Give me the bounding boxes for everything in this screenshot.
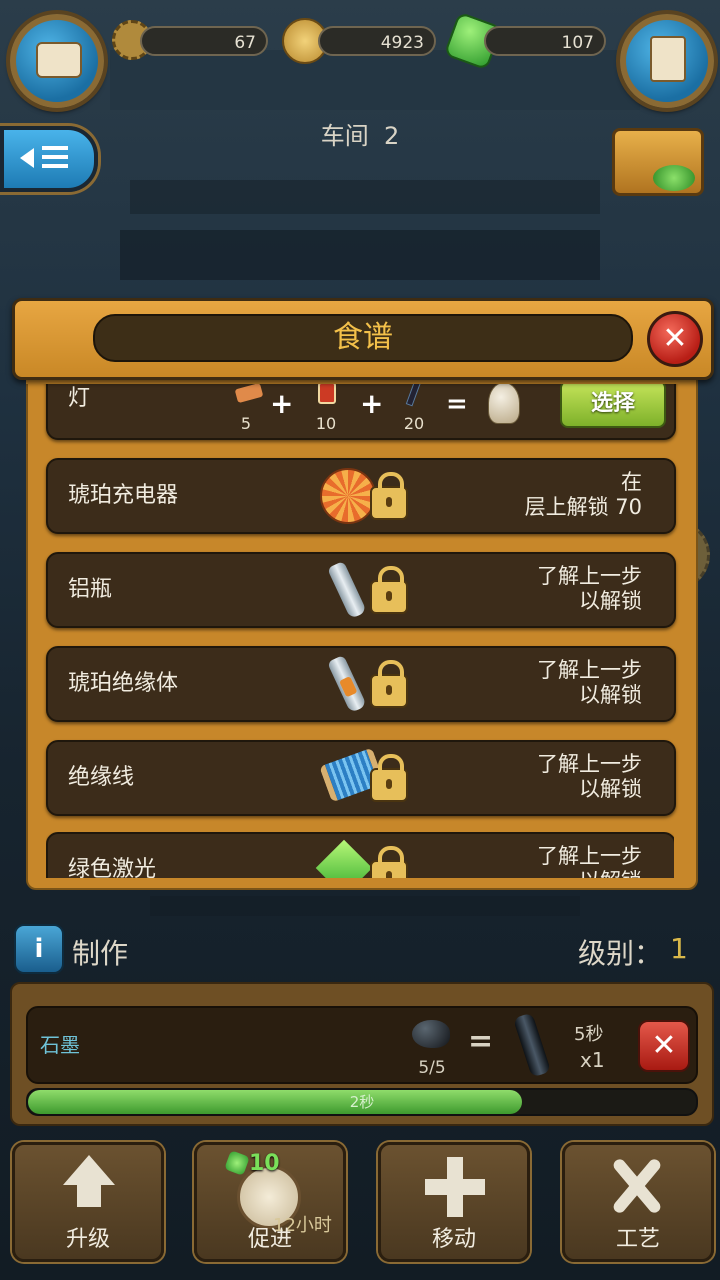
craft-item-name: 石墨 xyxy=(40,1033,80,1057)
gem-pile-icon xyxy=(653,165,695,191)
unlock-status: 了解上一步以解锁 xyxy=(537,844,642,878)
equals-icon: = xyxy=(468,1024,494,1059)
recipe-row-insulated-wire[interactable]: 绝缘线 了解上一步 以解锁 xyxy=(46,740,676,816)
boost-label: 促进 xyxy=(247,1227,292,1252)
aluminum-bottle-icon xyxy=(327,560,367,620)
craft-time: 5秒 xyxy=(574,1024,604,1045)
close-icon: ✕ xyxy=(651,1028,677,1063)
treasure-chest-button[interactable] xyxy=(612,128,704,196)
recipe-name: 绿色激光 xyxy=(68,857,157,878)
craft-tools-button[interactable]: 工艺 xyxy=(562,1142,714,1262)
recipe-row-amber-charger[interactable]: 琥珀充电器 在层上解锁 70 xyxy=(46,458,676,534)
clipboard-icon xyxy=(650,36,686,82)
move-button[interactable]: 移动 xyxy=(378,1142,530,1262)
select-button[interactable]: 选择 xyxy=(560,380,666,428)
move-arrows-icon xyxy=(425,1157,485,1217)
upgrade-button[interactable]: 升级 xyxy=(12,1142,164,1262)
info-button[interactable]: i xyxy=(14,924,64,974)
level-label: 级别： xyxy=(578,937,663,970)
graphite-rod-icon xyxy=(512,1012,552,1078)
light-bulb-icon xyxy=(488,382,520,424)
coins-counter: 4923 xyxy=(318,26,436,56)
toolbox-button[interactable] xyxy=(10,14,104,108)
amber-insulator-icon xyxy=(327,654,367,714)
toolbox-icon xyxy=(36,42,82,78)
plus-icon: + xyxy=(360,387,384,420)
unlock-status: 在层上解锁 70 xyxy=(524,470,642,519)
recipe-name: 绝缘线 xyxy=(68,765,135,790)
recipe-row-amber-insulator[interactable]: 琥珀绝缘体 了解上一步 以解锁 xyxy=(46,646,676,722)
unlock-status: 了解上一步以解锁 xyxy=(537,658,642,707)
arrow-up-icon xyxy=(63,1155,115,1185)
boost-button[interactable]: 10 12小时 促进 xyxy=(194,1142,346,1262)
craft-section-label: 制作 xyxy=(72,937,129,970)
unlock-status: 了解上一步以解锁 xyxy=(537,752,642,801)
coal-icon xyxy=(412,1020,450,1048)
equals-icon: = xyxy=(446,389,468,419)
recipe-row-green-laser[interactable]: 绿色激光 了解上一步以解锁 xyxy=(46,832,674,878)
recipe-header: 食谱 ✕ xyxy=(12,298,714,380)
recipe-title-bar: 食谱 xyxy=(93,314,633,362)
craft-multiplier: x1 xyxy=(580,1048,605,1072)
green-laser-icon xyxy=(315,839,373,878)
plus-icon: + xyxy=(270,387,294,420)
spool-icon xyxy=(318,382,336,404)
craft-tools-label: 工艺 xyxy=(615,1227,660,1252)
unlock-status: 了解上一步以解锁 xyxy=(537,564,642,613)
ingredient-qty: 20 xyxy=(403,414,425,433)
gems-counter: 107 xyxy=(484,26,606,56)
recipe-name: 琥珀绝缘体 xyxy=(68,671,179,696)
ingredient-qty: 5 xyxy=(240,414,252,433)
ingredient-qty: 10 xyxy=(315,414,337,433)
boost-gems: 10 xyxy=(249,1151,280,1176)
recipe-row-aluminum-bottle[interactable]: 铝瓶 了解上一步 以解锁 xyxy=(46,552,676,628)
gears-counter: 67 xyxy=(140,26,268,56)
upgrade-label: 升级 xyxy=(65,1227,110,1252)
tasks-button[interactable] xyxy=(620,14,714,108)
recipe-row-clip: 绿色激光 了解上一步以解锁 xyxy=(46,832,674,878)
craft-queue-item: 石墨 5/5 = 5秒 x1 ✕ xyxy=(26,1006,698,1084)
input-count: 5/5 xyxy=(418,1058,446,1078)
recipe-name: 琥珀充电器 xyxy=(68,483,179,508)
level-value: 1 xyxy=(670,932,688,965)
copper-ingot-icon xyxy=(234,382,264,404)
amber-charger-icon xyxy=(320,468,376,524)
back-arrow-icon xyxy=(20,148,34,168)
craft-progress-text: 2秒 xyxy=(349,1093,375,1111)
recipe-name: 铝瓶 xyxy=(68,577,113,602)
gem-icon xyxy=(224,1150,250,1176)
craft-progress-bar: 2秒 xyxy=(26,1088,698,1116)
cancel-craft-button[interactable]: ✕ xyxy=(638,1020,690,1072)
recipe-title: 食谱 xyxy=(333,320,393,355)
arrow-up-stem xyxy=(77,1183,101,1207)
move-label: 移动 xyxy=(431,1227,476,1252)
close-recipe-button[interactable]: ✕ xyxy=(647,311,703,367)
close-icon: ✕ xyxy=(662,321,688,356)
